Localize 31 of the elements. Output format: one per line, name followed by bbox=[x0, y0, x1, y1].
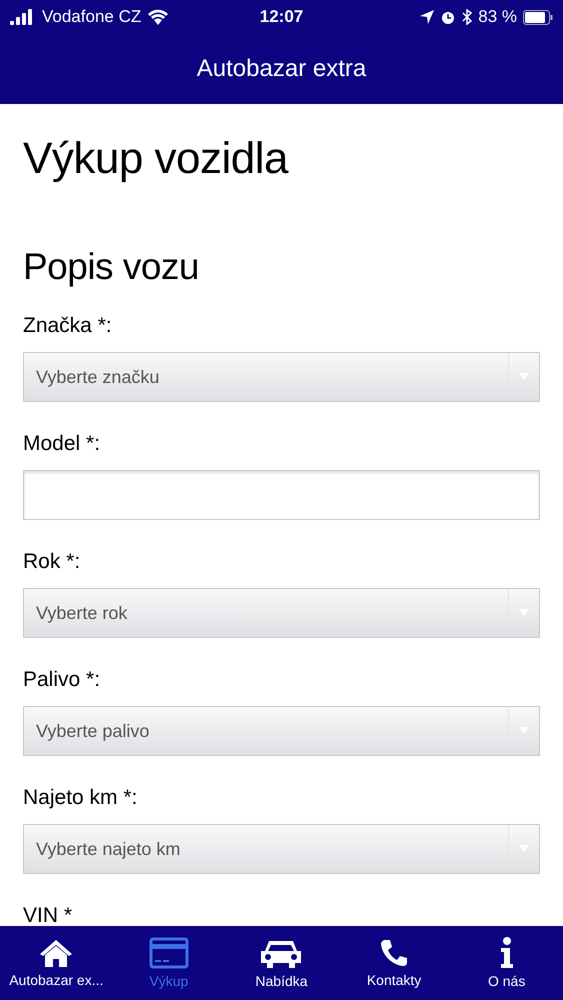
alarm-icon bbox=[440, 9, 456, 25]
dropdown-field[interactable]: Vyberte značku bbox=[23, 352, 540, 402]
dropdown-field[interactable]: Vyberte najeto km bbox=[23, 824, 540, 874]
wifi-icon bbox=[147, 9, 170, 25]
dropdown-field[interactable]: Vyberte rok bbox=[23, 588, 540, 638]
model-input-field[interactable] bbox=[23, 470, 540, 520]
section-title: Popis vozu bbox=[23, 246, 200, 288]
field-label: Rok *: bbox=[23, 550, 82, 574]
tab-bar-item[interactable]: Autobazar ex... bbox=[0, 926, 113, 1000]
field-label: Značka *: bbox=[23, 314, 113, 338]
field-label: Model *: bbox=[23, 432, 102, 456]
home-icon bbox=[39, 938, 74, 968]
tab-bar-item[interactable]: Kontakty bbox=[338, 926, 450, 1000]
tab-bar-item[interactable]: Nabídka bbox=[225, 926, 338, 1000]
page-title: Výkup vozidla bbox=[23, 134, 290, 184]
field-label: VIN * bbox=[23, 904, 74, 926]
phone-icon bbox=[379, 938, 410, 968]
app-title: Autobazar extra bbox=[196, 55, 366, 83]
location-icon bbox=[420, 10, 434, 24]
field-label: Najeto km *: bbox=[23, 786, 138, 810]
bluetooth-icon bbox=[462, 9, 472, 25]
card-icon bbox=[148, 937, 189, 969]
battery-percent: 83 % bbox=[478, 7, 518, 27]
battery-icon bbox=[523, 10, 554, 24]
dropdown-field[interactable]: Vyberte palivo bbox=[23, 706, 540, 756]
carrier-name: Vodafone CZ bbox=[42, 7, 142, 27]
field-label: Palivo *: bbox=[23, 668, 102, 692]
clock-time: 12:07 bbox=[260, 7, 304, 27]
tab-bar-item[interactable]: O nás bbox=[450, 926, 563, 1000]
tab-bar-item[interactable]: Výkup bbox=[112, 926, 226, 1000]
info-icon bbox=[498, 937, 515, 969]
